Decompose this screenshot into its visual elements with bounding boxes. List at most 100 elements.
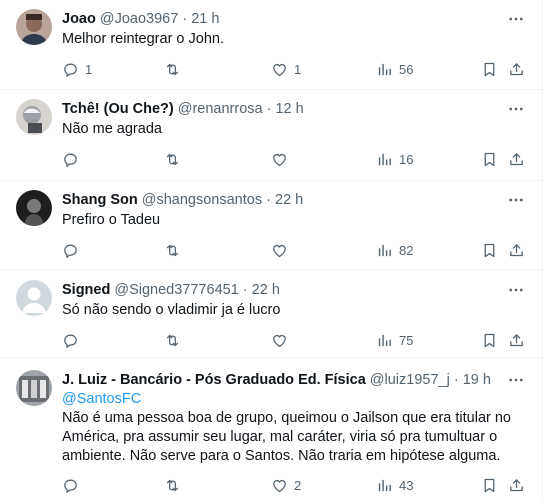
views-button[interactable]: 56 xyxy=(376,59,413,79)
reply-button[interactable] xyxy=(62,149,85,169)
bookmark-button[interactable] xyxy=(481,149,498,169)
avatar-image xyxy=(16,280,52,316)
author-handle[interactable]: @luiz1957_j xyxy=(370,372,450,388)
views-icon xyxy=(376,332,393,349)
author-handle[interactable]: @renanrrosa xyxy=(178,101,263,117)
like-button[interactable]: 1 xyxy=(271,59,301,79)
like-count: 2 xyxy=(294,477,302,493)
bookmark-icon xyxy=(481,151,498,168)
share-button[interactable] xyxy=(508,240,525,260)
like-icon xyxy=(271,242,288,259)
more-icon xyxy=(507,281,525,299)
retweet-button[interactable] xyxy=(164,240,187,260)
more-options-button[interactable] xyxy=(506,9,526,29)
reply-button[interactable]: 1 xyxy=(62,59,92,79)
retweet-button[interactable] xyxy=(164,149,187,169)
share-icon xyxy=(508,242,525,259)
reply-button[interactable] xyxy=(62,330,85,350)
author-name[interactable]: Signed xyxy=(62,282,110,298)
author-handle[interactable]: @Joao3967 xyxy=(100,11,178,27)
like-button[interactable] xyxy=(271,330,294,350)
share-button[interactable] xyxy=(508,475,525,495)
bookmark-icon xyxy=(481,332,498,349)
more-options-button[interactable] xyxy=(506,280,526,300)
views-count: 16 xyxy=(399,151,414,167)
views-button[interactable]: 75 xyxy=(376,330,413,350)
timestamp[interactable]: 12 h xyxy=(275,101,303,117)
share-icon xyxy=(508,332,525,349)
avatar-image xyxy=(16,190,52,226)
author-name[interactable]: J. Luiz - Bancário - Pós Graduado Ed. Fí… xyxy=(62,372,366,388)
views-button[interactable]: 82 xyxy=(376,240,413,260)
share-icon xyxy=(508,477,525,494)
author-name[interactable]: Joao xyxy=(62,11,96,27)
like-button[interactable] xyxy=(271,240,294,260)
reply-icon xyxy=(62,332,79,349)
reply-icon xyxy=(62,242,79,259)
avatar[interactable] xyxy=(16,99,52,135)
separator: · xyxy=(182,11,188,27)
avatar[interactable] xyxy=(16,190,52,226)
bookmark-button[interactable] xyxy=(481,475,498,495)
like-icon xyxy=(271,151,288,168)
tweet-header: J. Luiz - Bancário - Pós Graduado Ed. Fí… xyxy=(62,370,502,390)
tweet[interactable]: Shang Son @shangsonsantos · 22 h Prefiro… xyxy=(0,181,542,270)
views-button[interactable]: 16 xyxy=(376,149,413,169)
more-icon xyxy=(507,191,525,209)
share-icon xyxy=(508,151,525,168)
author-handle[interactable]: @Signed37776451 xyxy=(114,282,238,298)
tweet[interactable]: Tchê! (Ou Che?) @renanrrosa · 12 h Não m… xyxy=(0,90,542,181)
mention-link[interactable]: @SantosFC xyxy=(62,391,141,407)
views-count: 43 xyxy=(399,477,414,493)
bookmark-icon xyxy=(481,61,498,78)
reply-button[interactable] xyxy=(62,475,85,495)
bookmark-button[interactable] xyxy=(481,330,498,350)
more-options-button[interactable] xyxy=(506,370,526,390)
retweet-button[interactable] xyxy=(164,475,187,495)
share-button[interactable] xyxy=(508,59,525,79)
author-handle[interactable]: @shangsonsantos xyxy=(142,192,262,208)
share-button[interactable] xyxy=(508,149,525,169)
retweet-icon xyxy=(164,61,181,78)
more-options-button[interactable] xyxy=(506,99,526,119)
retweet-button[interactable] xyxy=(164,330,187,350)
tweet-text: Prefiro o Tadeu xyxy=(62,212,161,228)
timestamp[interactable]: 21 h xyxy=(191,11,219,27)
column-border xyxy=(542,0,543,503)
more-icon xyxy=(507,100,525,118)
like-icon xyxy=(271,477,288,494)
tweet[interactable]: Signed @Signed37776451 · 22 h Só não sen… xyxy=(0,270,542,358)
like-button[interactable]: 2 xyxy=(271,475,301,495)
reply-button[interactable] xyxy=(62,240,85,260)
views-count: 75 xyxy=(399,332,414,348)
avatar[interactable] xyxy=(16,9,52,45)
retweet-icon xyxy=(164,151,181,168)
like-count: 1 xyxy=(294,61,302,77)
avatar-image xyxy=(16,370,52,406)
bookmark-button[interactable] xyxy=(481,59,498,79)
timestamp[interactable]: 22 h xyxy=(275,192,303,208)
timestamp[interactable]: 19 h xyxy=(463,372,491,388)
author-name[interactable]: Shang Son xyxy=(62,192,138,208)
share-button[interactable] xyxy=(508,330,525,350)
more-icon xyxy=(507,10,525,28)
bookmark-button[interactable] xyxy=(481,240,498,260)
tweet[interactable]: Joao @Joao3967 · 21 h Melhor reintegrar … xyxy=(0,0,542,90)
author-name[interactable]: Tchê! (Ou Che?) xyxy=(62,101,174,117)
timestamp[interactable]: 22 h xyxy=(252,282,280,298)
retweet-button[interactable] xyxy=(164,59,187,79)
more-options-button[interactable] xyxy=(506,190,526,210)
avatar[interactable] xyxy=(16,280,52,316)
reply-mention[interactable]: @SantosFC xyxy=(62,390,502,409)
tweet-text: Não é uma pessoa boa de grupo, queimou o… xyxy=(62,410,511,464)
views-button[interactable]: 43 xyxy=(376,475,413,495)
share-icon xyxy=(508,61,525,78)
separator: · xyxy=(266,101,272,117)
tweet-actions: 16 xyxy=(62,149,532,169)
reply-icon xyxy=(62,151,79,168)
tweet[interactable]: J. Luiz - Bancário - Pós Graduado Ed. Fí… xyxy=(0,358,542,503)
tweet-header: Shang Son @shangsonsantos · 22 h xyxy=(62,190,502,210)
tweet-actions: 75 xyxy=(62,330,532,350)
avatar[interactable] xyxy=(16,370,52,406)
like-button[interactable] xyxy=(271,149,294,169)
